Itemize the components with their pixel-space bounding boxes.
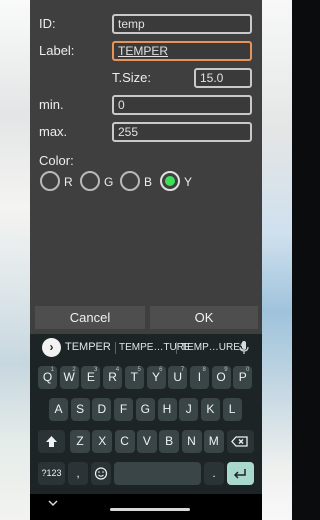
emoji-icon	[94, 467, 108, 480]
key-g[interactable]: G	[135, 398, 155, 421]
key-l[interactable]: L	[222, 398, 242, 421]
key-number-hint: 8	[202, 367, 206, 373]
key-z[interactable]: Z	[70, 430, 90, 453]
key-number-hint: 4	[115, 367, 120, 373]
home-handle[interactable]	[110, 508, 190, 511]
enter-key[interactable]	[227, 462, 254, 485]
background-right-edge	[262, 0, 292, 520]
color-radio-b[interactable]	[120, 171, 140, 191]
key-a[interactable]: A	[49, 398, 68, 421]
id-label: ID:	[39, 16, 56, 31]
color-label: Color:	[39, 153, 74, 168]
suggestion-1[interactable]: TEMPER	[65, 341, 111, 353]
max-value: 255	[118, 125, 139, 139]
key-o[interactable]: O9	[211, 366, 231, 389]
cancel-button[interactable]: Cancel	[35, 306, 145, 329]
ok-button[interactable]: OK	[150, 306, 258, 329]
max-label: max.	[39, 124, 68, 139]
key-n[interactable]: N	[181, 430, 202, 453]
key-m[interactable]: M	[203, 430, 224, 453]
shift-key[interactable]	[38, 430, 65, 453]
key-number-hint: 2	[72, 367, 76, 373]
period-key[interactable]: .	[204, 462, 224, 485]
key-number-hint: 6	[159, 367, 163, 373]
key-number-hint: 0	[245, 367, 250, 373]
mic-icon[interactable]	[239, 341, 249, 355]
label-field[interactable]: TEMPER	[112, 41, 252, 61]
properties-dialog: ID: temp Label: TEMPER T.Size: 15.0 min.…	[30, 0, 262, 334]
key-y[interactable]: Y6	[146, 366, 166, 389]
color-radio-g-label: G	[104, 175, 114, 189]
label-label: Label:	[39, 43, 75, 58]
key-i[interactable]: I8	[189, 366, 209, 389]
color-radio-g[interactable]	[80, 171, 100, 191]
key-p[interactable]: P0	[233, 366, 253, 389]
color-radio-r[interactable]	[40, 171, 60, 191]
key-u[interactable]: U7	[168, 366, 188, 389]
tsize-label: T.Size:	[112, 70, 152, 85]
shift-icon	[46, 436, 57, 447]
key-x[interactable]: X	[92, 430, 113, 453]
backspace-icon	[231, 436, 248, 447]
tsize-value: 15.0	[200, 71, 224, 85]
symbols-key[interactable]: ?123	[38, 462, 65, 485]
key-c[interactable]: C	[114, 430, 135, 453]
key-t[interactable]: T5	[124, 366, 144, 389]
key-r[interactable]: R4	[103, 366, 123, 389]
soft-keyboard: › TEMPER TEMPE…TURE TEMP…URES Q1W2E3R4T5…	[30, 334, 262, 494]
key-f[interactable]: F	[114, 398, 134, 421]
key-number-hint: 9	[224, 367, 228, 373]
space-key[interactable]	[114, 462, 201, 485]
suggestion-divider	[115, 342, 116, 354]
key-k[interactable]: K	[200, 398, 220, 421]
comma-key[interactable]: ,	[68, 462, 88, 485]
min-field[interactable]: 0	[112, 95, 252, 115]
color-radio-b-label: B	[144, 175, 153, 189]
color-radio-y-label: Y	[184, 175, 193, 189]
key-e[interactable]: E3	[81, 366, 101, 389]
key-v[interactable]: V	[136, 430, 157, 453]
key-number-hint: 7	[180, 367, 185, 373]
background-left-edge	[0, 0, 30, 520]
key-number-hint: 1	[50, 367, 54, 373]
enter-icon	[233, 469, 246, 479]
key-h[interactable]: H	[157, 398, 177, 421]
color-radio-r-label: R	[64, 175, 73, 189]
emoji-key[interactable]	[91, 462, 111, 485]
backspace-key[interactable]	[227, 430, 254, 453]
suggestion-3[interactable]: TEMP…URES	[181, 342, 247, 353]
id-field[interactable]: temp	[112, 14, 252, 34]
key-s[interactable]: S	[70, 398, 90, 421]
system-navbar	[30, 494, 262, 520]
min-value: 0	[118, 98, 125, 112]
chevron-right-icon[interactable]: ›	[42, 338, 61, 357]
key-number-hint: 3	[94, 367, 98, 373]
key-q[interactable]: Q1	[38, 366, 57, 389]
id-value: temp	[118, 17, 145, 31]
key-b[interactable]: B	[159, 430, 180, 453]
suggestion-2[interactable]: TEMPE…TURE	[119, 342, 191, 353]
suggestion-strip: › TEMPER TEMPE…TURE TEMP…URES	[30, 334, 262, 362]
key-d[interactable]: D	[92, 398, 112, 421]
label-value: TEMPER	[118, 44, 169, 58]
min-label: min.	[39, 97, 64, 112]
tsize-field[interactable]: 15.0	[194, 68, 252, 88]
key-j[interactable]: J	[179, 398, 199, 421]
max-field[interactable]: 255	[112, 122, 252, 142]
color-radio-y[interactable]	[160, 171, 180, 191]
key-w[interactable]: W2	[59, 366, 79, 389]
suggestion-divider	[176, 342, 177, 354]
chevron-down-icon[interactable]	[48, 499, 58, 507]
phone-screen: ID: temp Label: TEMPER T.Size: 15.0 min.…	[30, 0, 262, 520]
key-number-hint: 5	[137, 367, 141, 373]
